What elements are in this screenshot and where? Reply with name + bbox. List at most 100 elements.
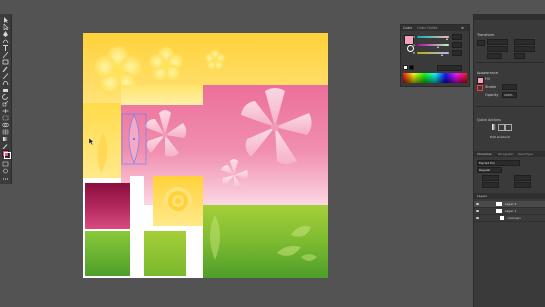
tab-color-guide[interactable]: Color Guide bbox=[417, 26, 438, 30]
slider-r-value[interactable] bbox=[452, 34, 462, 40]
x-field[interactable] bbox=[487, 39, 508, 45]
rotate-field[interactable] bbox=[487, 53, 502, 59]
artboard-gap-vertical bbox=[130, 176, 144, 278]
pen-tool-icon[interactable] bbox=[2, 31, 9, 37]
color-panel-tabs: Color Color Guide ≡ bbox=[401, 25, 469, 31]
selection-tool-icon[interactable] bbox=[2, 17, 9, 23]
sunflower-artwork bbox=[164, 187, 192, 215]
shear-field[interactable] bbox=[514, 53, 525, 59]
layer-name: Layer 1 bbox=[505, 209, 517, 213]
color-spectrum[interactable] bbox=[403, 73, 467, 83]
mesh-tool-icon[interactable] bbox=[2, 129, 9, 135]
slider-r-thumb[interactable] bbox=[446, 38, 448, 40]
slider-r-label: R bbox=[413, 35, 416, 39]
gradient-type-freeform-icon[interactable] bbox=[505, 124, 512, 131]
free-transform-tool-icon[interactable] bbox=[2, 115, 9, 121]
character-panel-tabs: Character Paragraph OpenType bbox=[474, 151, 545, 157]
slider-g-thumb[interactable] bbox=[437, 46, 439, 48]
curvature-tool-icon[interactable] bbox=[2, 38, 9, 44]
gradient-type-linear-icon[interactable] bbox=[492, 124, 496, 130]
stroke-weight-field[interactable] bbox=[502, 84, 517, 90]
shaper-tool-icon[interactable] bbox=[2, 80, 9, 86]
artboard[interactable] bbox=[83, 33, 328, 278]
selected-leaf-shape[interactable] bbox=[121, 113, 149, 165]
slider-g-value[interactable] bbox=[452, 42, 462, 48]
layer-row[interactable]: Layer 1 bbox=[474, 208, 545, 215]
tab-paragraph[interactable]: Paragraph bbox=[498, 152, 513, 156]
tab-character[interactable]: Character bbox=[477, 152, 492, 156]
color-panel: Color Color Guide ≡ R G B bbox=[400, 24, 470, 87]
layer-name: <Group> bbox=[507, 216, 522, 220]
properties-panel: Transform Appearance Fill Stroke Opacity… bbox=[473, 14, 545, 307]
slider-g-track[interactable] bbox=[417, 44, 449, 46]
visibility-eye-icon[interactable] bbox=[476, 209, 479, 212]
y-field[interactable] bbox=[487, 46, 508, 52]
gradient-tool-icon[interactable] bbox=[2, 136, 9, 142]
tab-opentype[interactable]: OpenType bbox=[518, 152, 533, 156]
kerning-field[interactable] bbox=[482, 182, 499, 188]
eyedropper-tool-icon[interactable] bbox=[2, 143, 9, 149]
opacity-field[interactable]: 100% bbox=[502, 92, 517, 98]
green-gradient-tile-left[interactable] bbox=[85, 231, 130, 276]
stroke-label: Stroke bbox=[485, 85, 497, 89]
shape-builder-tool-icon[interactable] bbox=[2, 122, 9, 128]
tab-color[interactable]: Color bbox=[403, 26, 412, 30]
edit-gradient-button[interactable]: Edit Gradient bbox=[490, 135, 510, 139]
leading-field[interactable] bbox=[514, 175, 531, 181]
height-field[interactable] bbox=[514, 46, 535, 52]
reference-point-icon[interactable] bbox=[477, 40, 485, 46]
maroon-gradient-tile[interactable] bbox=[85, 183, 130, 229]
more-tools-icon[interactable] bbox=[2, 176, 9, 182]
artboard-gap-right bbox=[186, 226, 203, 278]
top-bar bbox=[0, 0, 545, 14]
green-leaf-tile[interactable] bbox=[203, 205, 328, 278]
opacity-label: Opacity bbox=[485, 93, 499, 97]
width-field[interactable] bbox=[514, 39, 535, 45]
green-gradient-tile-small[interactable] bbox=[144, 231, 186, 276]
scale-tool-icon[interactable] bbox=[2, 101, 9, 107]
none-swatch[interactable] bbox=[403, 65, 408, 70]
direct-selection-tool-icon[interactable] bbox=[2, 24, 9, 30]
rotate-tool-icon[interactable] bbox=[2, 94, 9, 100]
rectangle-tool-icon[interactable] bbox=[2, 59, 9, 65]
font-style-field[interactable]: Regular bbox=[477, 167, 502, 173]
fill-stroke-icon[interactable] bbox=[2, 150, 11, 159]
type-tool-icon[interactable] bbox=[2, 45, 9, 51]
paintbrush-tool-icon[interactable] bbox=[2, 66, 9, 72]
slider-b-label: B bbox=[413, 51, 416, 55]
layer-color-bar bbox=[486, 202, 487, 206]
green-leaves-artwork bbox=[210, 215, 317, 261]
appearance-fill-swatch[interactable] bbox=[477, 77, 484, 84]
layer-row[interactable]: Layer 2 bbox=[474, 201, 545, 208]
sunflower-tile[interactable] bbox=[153, 176, 203, 226]
tracking-field[interactable] bbox=[514, 182, 531, 188]
transform-section-label: Transform bbox=[477, 33, 495, 37]
black-swatch[interactable] bbox=[409, 65, 414, 70]
font-size-field[interactable] bbox=[482, 175, 499, 181]
draw-mode-icon[interactable] bbox=[2, 168, 9, 174]
font-family-field[interactable]: Myriad Pro bbox=[477, 160, 520, 166]
appearance-section-label: Appearance bbox=[477, 71, 499, 75]
stroke-color-swatch[interactable] bbox=[4, 152, 11, 159]
slider-b-thumb[interactable] bbox=[441, 54, 443, 56]
eraser-tool-icon[interactable] bbox=[2, 87, 9, 93]
screen-mode-icon[interactable] bbox=[2, 161, 9, 167]
layer-row[interactable]: <Group> bbox=[474, 215, 545, 222]
hex-field[interactable] bbox=[437, 65, 462, 71]
tab-layers[interactable]: Layers bbox=[477, 194, 487, 198]
slider-r-track[interactable] bbox=[417, 36, 449, 38]
slider-b-value[interactable] bbox=[452, 50, 462, 56]
visibility-eye-icon[interactable] bbox=[476, 216, 479, 219]
line-tool-icon[interactable] bbox=[2, 52, 9, 58]
layer-name: Layer 2 bbox=[505, 202, 517, 206]
pencil-tool-icon[interactable] bbox=[2, 73, 9, 79]
gradient-type-radial-icon[interactable] bbox=[498, 124, 505, 131]
panel-menu-icon[interactable]: ≡ bbox=[461, 26, 464, 30]
appearance-stroke-swatch[interactable] bbox=[477, 85, 483, 91]
width-tool-icon[interactable] bbox=[2, 108, 9, 114]
slider-b-track[interactable] bbox=[417, 52, 449, 54]
visibility-eye-icon[interactable] bbox=[476, 202, 479, 205]
slider-g-label: G bbox=[413, 43, 416, 47]
mouse-cursor-icon bbox=[89, 138, 94, 145]
artboard-gap-left bbox=[83, 178, 85, 278]
